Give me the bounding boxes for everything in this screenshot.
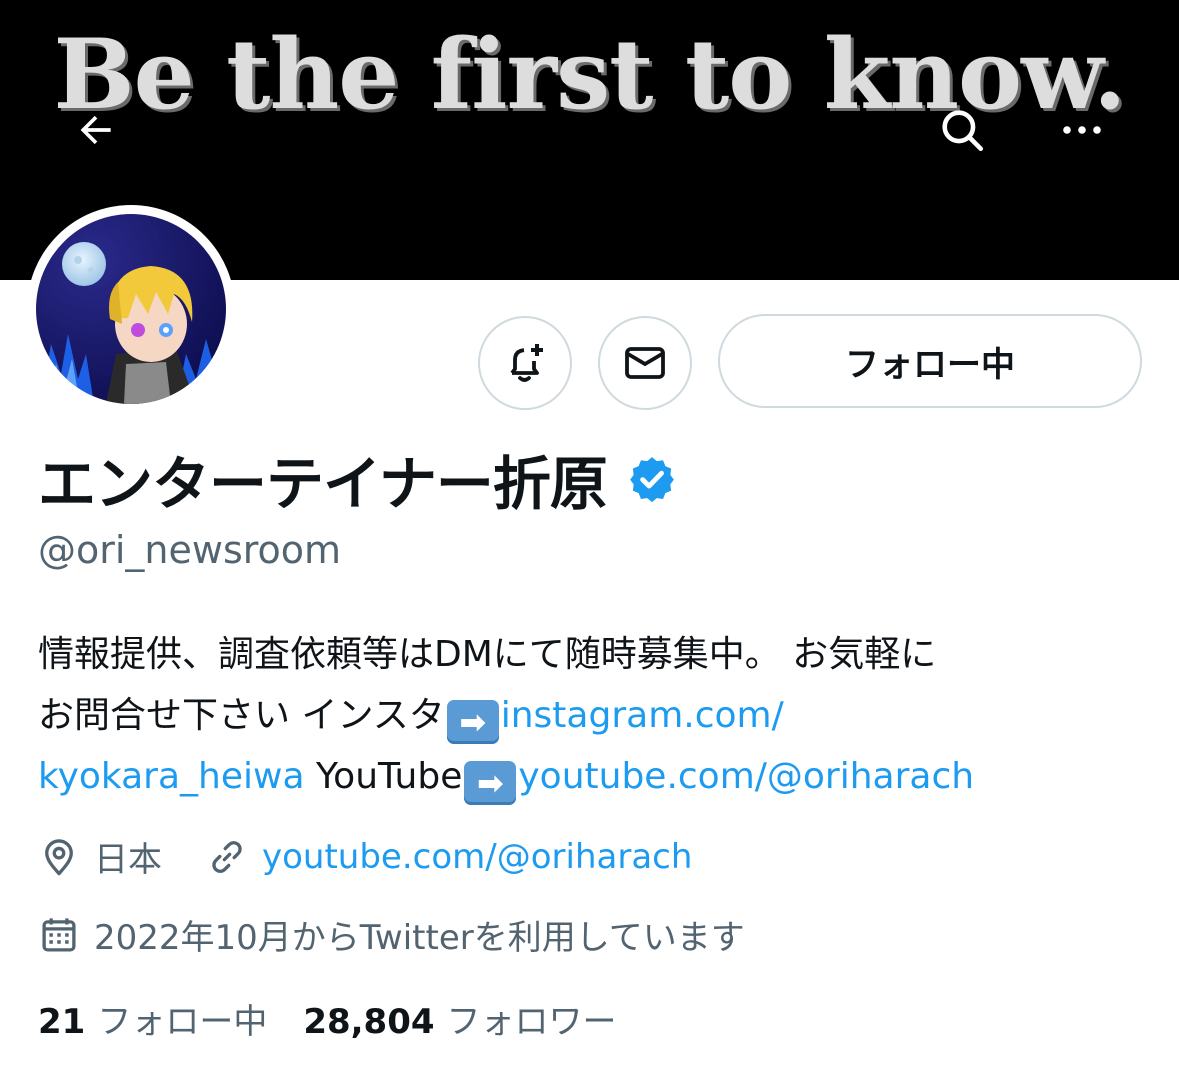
arrow-right-emoji-icon: ➡ — [464, 761, 517, 805]
following-button[interactable]: フォロー中 — [718, 314, 1142, 408]
bio-text: お問合せ下さい インスタ — [38, 695, 445, 736]
bio-line-2: お問合せ下さい インスタ ➡ instagram.com/ — [38, 685, 1148, 746]
avatar[interactable] — [36, 214, 226, 404]
back-button[interactable] — [64, 98, 128, 162]
following-label: フォロー中 — [97, 1002, 268, 1042]
bio-line-3: kyokara_heiwa YouTube ➡ youtube.com/@oriha… — [38, 746, 1148, 807]
profile-location: 日本 — [94, 840, 162, 880]
link-icon — [212, 840, 242, 873]
bell-plus-icon — [510, 344, 543, 382]
profile-joined-date: 2022年10月からTwitterを利用しています — [94, 918, 745, 958]
bio-youtube-text: YouTube — [304, 756, 463, 797]
display-name: エンターテイナー折原 — [38, 450, 608, 518]
followers-stat[interactable]: 28,804 フォロワー — [303, 994, 616, 1043]
profile-bio: 情報提供、調査依頼等はDMにて随時募集中。 お気軽に お問合せ下さい インスタ ➡… — [38, 624, 1148, 807]
profile-page: Be the first to know. フォロー中 エンターテイナー折原 @… — [0, 0, 1179, 1087]
arrow-right-emoji-icon: ➡ — [446, 700, 499, 744]
banner-text: Be the first to know. — [53, 18, 1127, 131]
bio-line-1: 情報提供、調査依頼等はDMにて随時募集中。 お気軽に — [38, 634, 937, 675]
location-pin-icon — [45, 838, 73, 875]
following-stat[interactable]: 21 フォロー中 — [38, 994, 267, 1043]
envelope-icon — [625, 347, 665, 379]
notify-button[interactable] — [478, 316, 572, 410]
profile-website-link[interactable]: youtube.com/@oriharach — [262, 837, 692, 877]
avatar-illustration — [36, 214, 226, 404]
profile-joined-row: 2022年10月からTwitterを利用しています — [38, 910, 745, 959]
instagram-link-cont[interactable]: kyokara_heiwa — [38, 756, 305, 797]
calendar-icon — [42, 917, 76, 952]
more-button[interactable] — [1050, 98, 1114, 162]
followers-count: 28,804 — [303, 1002, 435, 1042]
profile-stats: 21 フォロー中 28,804 フォロワー — [38, 994, 617, 1043]
youtube-link[interactable]: youtube.com/@oriharach — [518, 756, 974, 797]
more-dots-icon — [1063, 126, 1101, 134]
following-count: 21 — [38, 1002, 86, 1042]
profile-name-row: エンターテイナー折原 — [38, 444, 677, 518]
followers-label: フォロワー — [446, 1002, 617, 1042]
arrow-left-icon — [80, 115, 111, 145]
verified-badge-icon[interactable] — [627, 454, 677, 504]
profile-meta-row: 日本 youtube.com/@oriharach — [38, 832, 692, 881]
search-button[interactable] — [930, 98, 994, 162]
message-button[interactable] — [598, 316, 692, 410]
instagram-link[interactable]: instagram.com/ — [501, 695, 784, 736]
search-icon — [942, 110, 984, 152]
profile-handle: @ori_newsroom — [38, 528, 342, 572]
